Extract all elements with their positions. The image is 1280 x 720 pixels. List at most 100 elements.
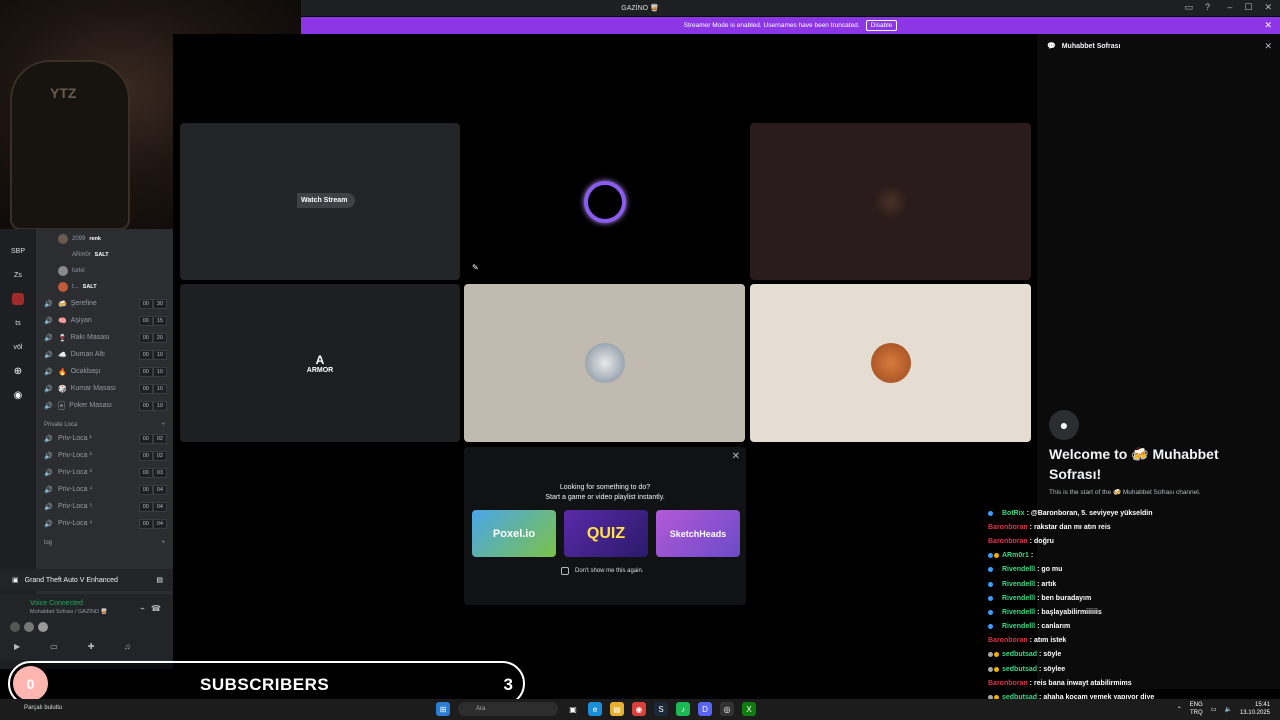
chevron-up-icon[interactable]: ⌃ [1177,706,1182,713]
armor-logo: A ARMOR [306,352,334,374]
screen-share-icon[interactable]: ▭ [50,642,58,651]
avatar [58,282,68,292]
soundboard-icon[interactable]: ♫ [124,642,130,651]
avatar-tile[interactable] [464,284,745,442]
voice-channel[interactable]: 🔊 Priv-Loca ⁴ 00 04 [36,481,173,498]
avatar-tile[interactable]: ✎ [464,123,745,280]
voice-user[interactable]: t... SALT [36,279,173,295]
clock[interactable]: 15:41 13.10.2025 [1240,701,1270,717]
task-view-icon[interactable]: ▣ [566,702,580,716]
chat-message: Rivendelll: ben buradayım [988,591,1280,605]
activity-quiz[interactable]: QUIZ [564,510,648,557]
speaker-icon: 🔊 [44,469,53,477]
speaker-icon: 🔊 [44,503,53,511]
network-icon[interactable]: ▭ [1211,706,1217,713]
overlay-icon[interactable]: ▤ [156,576,163,584]
activity-sketchheads[interactable]: SketchHeads [656,510,740,557]
voice-channel[interactable]: 🔊 Priv-Loca ¹ 00 02 [36,430,173,447]
stream-chat-overlay: BotRix: @Baronboran, 5. seviyeye yükseldi… [988,506,1280,720]
volume-icon[interactable]: 🔈 [1224,706,1231,713]
checkbox-icon[interactable] [561,567,569,575]
dont-show-checkbox[interactable]: Don't show me this again. [561,567,644,575]
voice-channel[interactable]: 🔊 🍻 Şerefine 00 30 [36,295,173,312]
server-vol[interactable]: völ [5,337,31,357]
window-title: GAZİNO 🥃 [621,5,659,12]
chat-message: Baronboran: rakstar dan mı atın reis [988,523,1111,531]
start-icon[interactable]: ⊞ [436,702,450,716]
add-channel-icon[interactable]: + [161,540,165,546]
help-icon[interactable]: ? [1205,2,1210,13]
activity-poxel[interactable]: Poxel.io [472,510,556,557]
voice-status-title: Voice Connected [30,600,83,607]
avatar [38,622,48,632]
popup-close-icon[interactable]: ✕ [732,451,740,462]
activity-icon[interactable]: ✚ [88,642,95,651]
obs-icon[interactable]: ◎ [720,702,734,716]
camera-icon[interactable]: ▶ [14,642,20,651]
steam-icon[interactable]: S [654,702,668,716]
voice-channel[interactable]: 🔊 🍷 Rakı Masası 00 20 [36,329,173,346]
avatar [58,266,68,276]
banner-close-icon[interactable]: ✕ [1264,20,1272,31]
server-sbp[interactable]: SBP [5,241,31,261]
server-ts[interactable]: ts [5,313,31,333]
voice-channel[interactable]: 🔊 🧠 Aşiyan 00 15 [36,312,173,329]
avatar-tile[interactable] [750,123,1031,280]
voice-channel[interactable]: 🔊 🎲 Kumar Masası 00 10 [36,380,173,397]
spotify-icon[interactable]: ♪ [676,702,690,716]
disconnect-icon[interactable]: ☎ [151,604,161,613]
discord-icon[interactable]: D [698,702,712,716]
avatar [58,250,68,260]
voice-channel[interactable]: 🔊 Priv-Loca ³ 00 03 [36,464,173,481]
speaker-icon: 🔊 [44,435,53,443]
voice-channel[interactable]: 🔊 Priv-Loca ² 00 02 [36,447,173,464]
chrome-icon[interactable]: ◉ [632,702,646,716]
chat-message: BotRix: @Baronboran, 5. seviyeye yükseldi… [988,506,1280,520]
avatar [870,343,911,383]
chat-message: sedbutsad: söylee [988,662,1280,676]
category-log[interactable]: log + [36,532,173,548]
avatar-tile[interactable] [750,284,1031,442]
voice-user[interactable]: ARm0r SALT [36,247,173,263]
inbox-icon[interactable]: ▭ [1184,2,1193,13]
watch-stream-button[interactable]: Watch Stream [297,193,356,208]
weather-status[interactable]: Parçalı bulutlu [24,705,62,711]
maximize-icon[interactable]: ☐ [1244,2,1252,13]
chat-message: Rivendelll: başlayabilirmiiiiiis [988,605,1280,619]
avatar [584,343,625,383]
chat-message: sedbutsad: söyle [988,648,1280,662]
voice-channel[interactable]: 🔊 🔥 Ocakbaşı 00 10 [36,363,173,380]
voice-channel[interactable]: 🔊 Priv-Loca ⁵ 00 04 [36,498,173,515]
xbox-icon[interactable]: X [742,702,756,716]
voice-channel[interactable]: 🔊 ☁️ Duman Altı 00 10 [36,346,173,363]
avatar [872,183,909,220]
noise-suppression-icon[interactable]: ⌁ [140,604,145,613]
avatar-tile[interactable]: A ARMOR [180,284,460,442]
disable-button[interactable]: Disable [865,20,898,31]
search-box[interactable]: Ara [458,702,558,716]
speaker-icon: 🔊 [44,402,53,410]
close-icon[interactable]: ✕ [1264,2,1272,13]
voice-user[interactable]: furkii [36,263,173,279]
discover-icon[interactable]: ◉ [5,385,31,405]
add-channel-icon[interactable]: + [161,422,165,428]
explorer-icon[interactable]: ▤ [610,702,624,716]
language-indicator[interactable]: ENG TRQ [1190,701,1203,717]
avatar [58,234,68,244]
category-private-loca[interactable]: Private Loca + [36,414,173,430]
edge-icon[interactable]: e [588,702,602,716]
server-red[interactable] [5,289,31,309]
game-activity[interactable]: ▣ Grand Theft Auto V Enhanced ▤ [0,569,173,591]
taskbar-apps: ⊞ Ara ▣ e ▤ ◉ S ♪ D ◎ X [436,702,756,716]
voice-user[interactable]: 2099 renk [36,231,173,247]
add-server-icon[interactable]: ⊕ [5,361,31,381]
chat-bubble-icon: ● [1049,410,1079,440]
chat-close-icon[interactable]: ✕ [1264,41,1272,52]
minimize-icon[interactable]: – [1227,2,1232,13]
server-zs[interactable]: Zs [5,265,31,285]
voice-channel[interactable]: 🔊 Priv-Loca ⁶ 00 04 [36,515,173,532]
voice-channel[interactable]: 🔊 🃏 Poker Masası 00 10 [36,397,173,414]
activity-popup: ✕ Looking for something to do? Start a g… [464,447,746,605]
subscriber-label: SUBSCRIBERS [200,675,330,694]
channel-name: Muhabbet Sofrası [1061,42,1121,50]
